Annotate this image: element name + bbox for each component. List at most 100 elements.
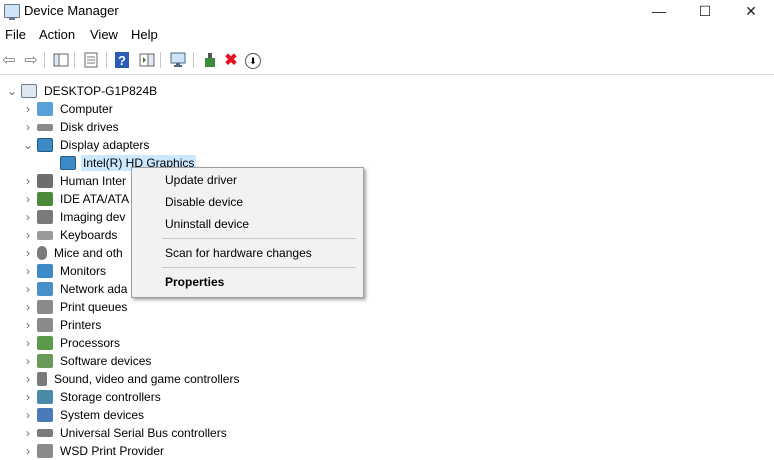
maximize-button[interactable]: ☐ <box>682 0 728 22</box>
processor-icon <box>37 336 53 350</box>
menu-disable-device[interactable]: Disable device <box>132 191 363 213</box>
category-label: IDE ATA/ATA <box>60 192 130 206</box>
category-label: Computer <box>60 102 113 116</box>
scan-hardware-button[interactable] <box>169 51 187 69</box>
update-driver-button[interactable]: ⬇ <box>245 53 261 69</box>
tree-category-computer[interactable]: › Computer <box>22 100 115 118</box>
tree-root[interactable]: ⌄ DESKTOP-G1P824B <box>6 82 159 100</box>
close-button[interactable]: ✕ <box>728 0 774 22</box>
chevron-right-icon[interactable]: › <box>22 174 34 188</box>
tree-category-display-adapters[interactable]: ⌄ Display adapters <box>22 136 151 154</box>
category-label: System devices <box>60 408 145 422</box>
menu-separator <box>162 267 356 268</box>
help-button[interactable]: ? <box>115 52 129 68</box>
menu-bar: File Action View Help <box>0 25 774 45</box>
disk-drive-icon <box>37 123 53 131</box>
menu-update-driver[interactable]: Update driver <box>132 169 363 191</box>
properties-button[interactable] <box>82 51 100 69</box>
console-tree-button[interactable] <box>52 51 70 69</box>
speaker-icon <box>37 372 47 386</box>
uninstall-device-button[interactable]: ✖ <box>222 51 240 69</box>
camera-icon <box>37 210 53 224</box>
toolbar-separator <box>44 52 45 68</box>
tree-category-human-interface[interactable]: › Human Inter <box>22 172 128 190</box>
tree-category-mice[interactable]: › Mice and oth <box>22 244 125 262</box>
menu-scan-hardware[interactable]: Scan for hardware changes <box>132 242 363 264</box>
menu-uninstall-device[interactable]: Uninstall device <box>132 213 363 235</box>
menu-help[interactable]: Help <box>131 27 158 42</box>
tree-category-sound-video[interactable]: › Sound, video and game controllers <box>22 370 241 388</box>
category-label: Imaging dev <box>60 210 126 224</box>
chevron-down-icon[interactable]: ⌄ <box>22 138 34 152</box>
chevron-right-icon[interactable]: › <box>22 300 34 314</box>
menu-item-label: Disable device <box>165 195 244 209</box>
chevron-right-icon[interactable]: › <box>22 120 34 134</box>
tree-category-usb-controllers[interactable]: › Universal Serial Bus controllers <box>22 424 229 442</box>
menu-item-label: Properties <box>165 275 225 289</box>
menu-item-label: Scan for hardware changes <box>165 246 312 260</box>
tree-category-system-devices[interactable]: › System devices <box>22 406 146 424</box>
display-adapter-icon <box>37 138 53 152</box>
title-bar: Device Manager — ☐ ✕ <box>0 0 774 22</box>
menu-action[interactable]: Action <box>39 27 75 42</box>
chevron-right-icon[interactable]: › <box>22 318 34 332</box>
monitor-icon <box>37 264 53 278</box>
category-label: Storage controllers <box>60 390 161 404</box>
tree-category-disk-drives[interactable]: › Disk drives <box>22 118 121 136</box>
tree-category-print-queues[interactable]: › Print queues <box>22 298 129 316</box>
chevron-right-icon[interactable]: › <box>22 246 34 260</box>
back-button[interactable]: ⇦ <box>0 51 18 69</box>
chevron-right-icon[interactable]: › <box>22 282 34 296</box>
tree-category-processors[interactable]: › Processors <box>22 334 122 352</box>
network-adapter-icon <box>37 282 53 296</box>
tree-category-software-devices[interactable]: › Software devices <box>22 352 153 370</box>
hid-icon <box>37 174 53 188</box>
chevron-right-icon[interactable]: › <box>22 408 34 422</box>
tree-category-imaging-devices[interactable]: › Imaging dev <box>22 208 127 226</box>
category-label: Monitors <box>60 264 107 278</box>
menu-view[interactable]: View <box>90 27 118 42</box>
add-driver-button[interactable] <box>201 51 219 69</box>
chevron-right-icon[interactable]: › <box>22 444 34 458</box>
action-pane-button[interactable] <box>138 51 156 69</box>
chevron-right-icon[interactable]: › <box>22 192 34 206</box>
menu-properties[interactable]: Properties <box>132 271 363 293</box>
properties-icon <box>84 52 98 68</box>
forward-button[interactable]: ⇨ <box>22 51 40 69</box>
toolbar-separator <box>160 52 161 68</box>
category-label: Display adapters <box>60 138 150 152</box>
printer-icon <box>37 300 53 314</box>
chevron-down-icon[interactable]: ⌄ <box>6 84 18 98</box>
ide-controller-icon <box>37 192 53 206</box>
chevron-right-icon[interactable]: › <box>22 354 34 368</box>
chevron-right-icon[interactable]: › <box>22 426 34 440</box>
display-adapter-icon <box>60 156 76 170</box>
console-tree-icon <box>53 53 69 67</box>
tree-category-network-adapters[interactable]: › Network ada <box>22 280 129 298</box>
printer-icon <box>37 318 53 332</box>
tree-category-storage-controllers[interactable]: › Storage controllers <box>22 388 163 406</box>
storage-controller-icon <box>37 390 53 404</box>
category-label: Mice and oth <box>54 246 123 260</box>
usb-icon <box>37 429 53 437</box>
tree-category-monitors[interactable]: › Monitors <box>22 262 108 280</box>
software-device-icon <box>37 354 53 368</box>
menu-file[interactable]: File <box>5 27 26 42</box>
tree-category-keyboards[interactable]: › Keyboards <box>22 226 119 244</box>
category-label: Human Inter <box>60 174 127 188</box>
chevron-right-icon[interactable]: › <box>22 210 34 224</box>
chevron-right-icon[interactable]: › <box>22 336 34 350</box>
category-label: Print queues <box>60 300 128 314</box>
chevron-right-icon[interactable]: › <box>22 372 34 386</box>
minimize-button[interactable]: — <box>636 0 682 22</box>
tree-category-printers[interactable]: › Printers <box>22 316 103 334</box>
tree-category-ide-ata[interactable]: › IDE ATA/ATA <box>22 190 131 208</box>
toolbar-separator <box>106 52 107 68</box>
chevron-right-icon[interactable]: › <box>22 264 34 278</box>
chevron-right-icon[interactable]: › <box>22 228 34 242</box>
chevron-right-icon[interactable]: › <box>22 390 34 404</box>
action-pane-icon <box>139 53 155 67</box>
device-manager-icon <box>4 4 20 20</box>
chevron-right-icon[interactable]: › <box>22 102 34 116</box>
tree-category-wsd-print-provider[interactable]: › WSD Print Provider <box>22 442 166 460</box>
